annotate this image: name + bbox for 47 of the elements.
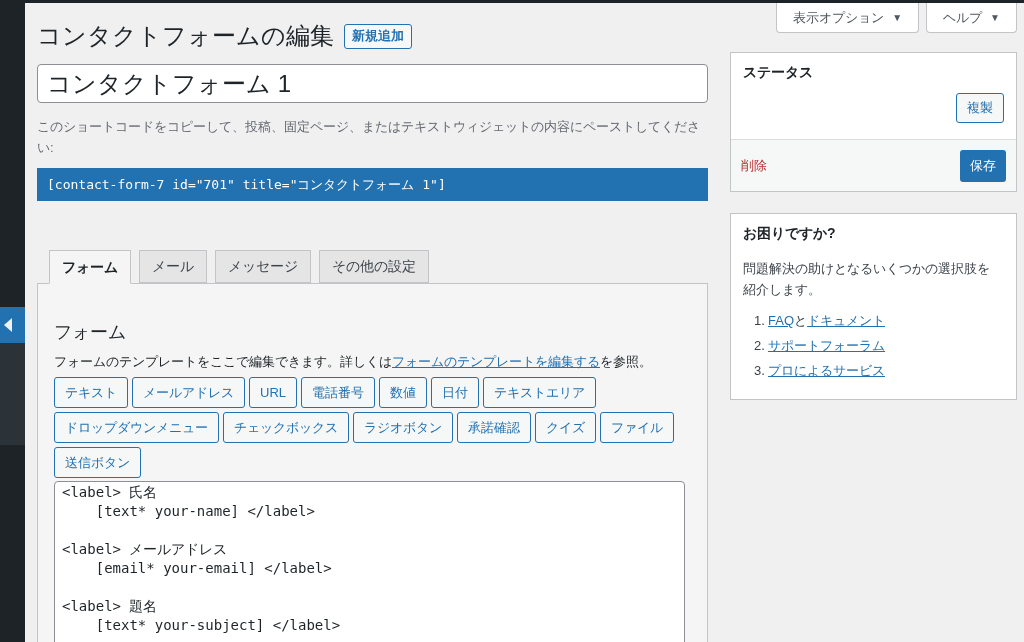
shortcode-hint: このショートコードをコピーして、投稿、固定ページ、またはテキストウィジェットの内容にペーストしてください: [37,118,701,157]
tag-button[interactable]: チェックボックス [223,412,349,443]
help-text: 問題解決の助けとなるいくつかの選択肢を紹介します。 [743,260,991,299]
tag-button[interactable]: URL [249,377,297,408]
panel-heading: フォーム [54,321,127,344]
caret-icon: ▼ [892,10,903,25]
help-link[interactable]: ドキュメント [807,310,885,331]
current-menu-item[interactable] [0,307,25,343]
duplicate-button[interactable]: 複製 [956,93,1004,123]
shortcode-field[interactable]: [contact-form-7 id="701" title="コンタクトフォーム 1"] [37,168,708,201]
delete-link[interactable]: 削除 [741,155,767,176]
help-link[interactable]: FAQ [768,310,794,331]
tab[interactable]: メッセージ [215,250,311,283]
code-editor[interactable]: <label> 氏名 [text* your-name] </label> <label> メールアドレス [email* your-email] </label> <label> 題名 [text* your-subject] </label> [54,481,685,642]
pointer-icon [4,318,12,332]
list-number: 2. [754,337,766,355]
box-title: ステータス [743,63,814,81]
tag-button[interactable]: メールアドレス [132,377,245,408]
template-link[interactable]: フォームのテンプレートを編集する [392,354,600,369]
page-title: コンタクトフォームの編集 [37,21,334,51]
help-link[interactable]: プロによるサービス [768,360,885,381]
caret-icon: ▼ [990,10,1000,25]
screen-options-button[interactable]: 表示オプション ▼ [776,3,920,33]
tab[interactable]: メール [139,250,207,283]
screen-options-button[interactable]: ヘルプ ▼ [926,3,1017,33]
tab[interactable]: その他の設定 [319,250,429,283]
box-title: お困りですか? [743,224,837,242]
tag-button[interactable]: 電話番号 [301,377,375,408]
tag-button[interactable]: ファイル [600,412,674,443]
tag-button[interactable]: ドロップダウンメニュー [54,412,219,443]
tag-button[interactable]: ラジオボタン [353,412,453,443]
save-button[interactable]: 保存 [960,149,1006,182]
help-link[interactable]: サポートフォーラム [768,335,885,356]
title-input[interactable]: コンタクトフォーム 1 [37,64,708,103]
panel-description: フォームのテンプレートをここで編集できます。詳しくはフォームのテンプレートを編集するを参照。 [54,353,653,371]
tag-button[interactable]: 承諾確認 [457,412,531,443]
tag-button[interactable]: 日付 [431,377,479,408]
tag-button[interactable]: テキストエリア [483,377,596,408]
joiner-text: と [794,312,807,330]
tag-button[interactable]: テキスト [54,377,128,408]
tag-button[interactable]: 数値 [379,377,427,408]
tab[interactable]: フォーム [49,250,131,284]
tag-button[interactable]: 送信ボタン [54,447,141,478]
tag-button[interactable]: クイズ [535,412,596,443]
list-number: 1. [754,312,766,330]
list-number: 3. [754,362,766,380]
add-new-button[interactable]: 新規追加 [344,23,412,49]
